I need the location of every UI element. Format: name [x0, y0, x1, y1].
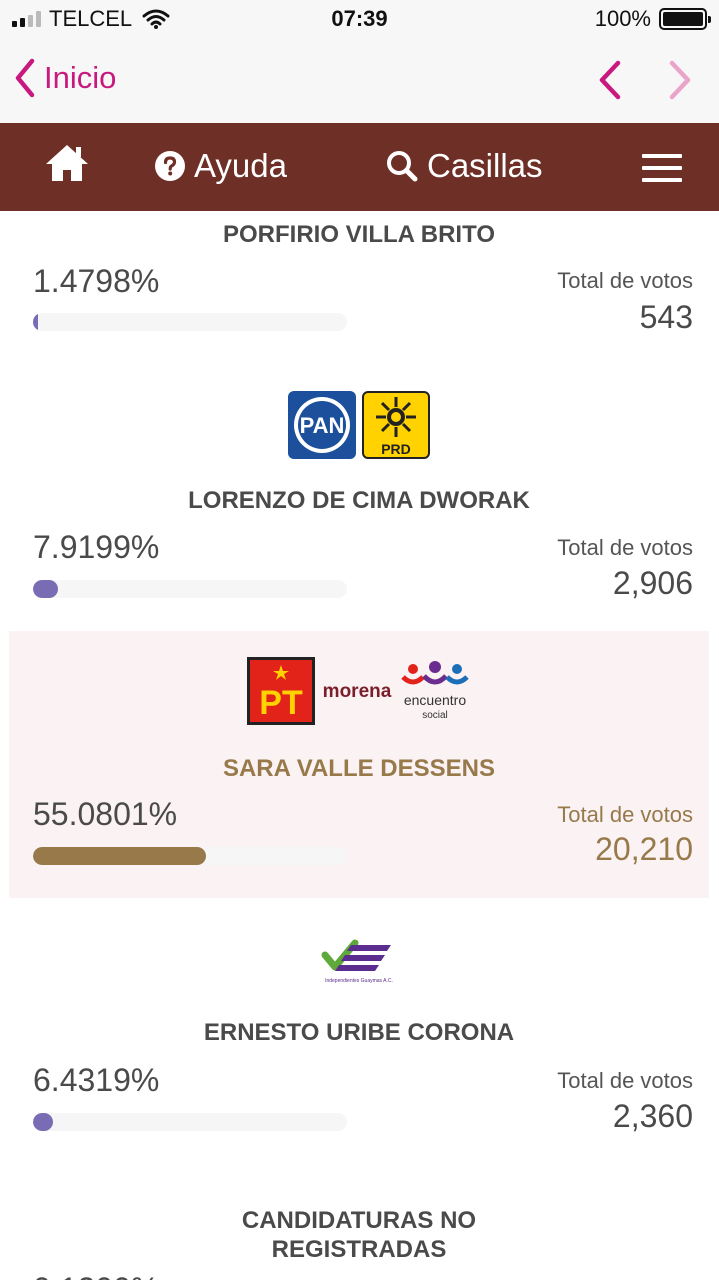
morena-logo-text: morena — [323, 681, 392, 702]
battery-icon — [659, 8, 711, 30]
candidate-card: PAN PRD LORENZO DE CIMA DWORAK 7.9199% T… — [9, 371, 709, 626]
votes-label: Total de votos — [557, 802, 693, 827]
candidate-percent: 6.4319% — [33, 1062, 160, 1098]
back-label: Inicio — [44, 60, 117, 95]
results-list: PORFIRIO VILLA BRITO 1.4798% Total de vo… — [0, 211, 719, 1280]
back-button[interactable]: Inicio — [14, 58, 116, 98]
status-right: 100% — [594, 6, 711, 32]
morena-logo: morena — [323, 681, 392, 702]
status-bar: TELCEL 07:39 100% — [0, 0, 719, 40]
candidate-percent: 1.4798% — [33, 263, 160, 299]
social-logo-text: social — [422, 710, 448, 721]
search-casillas-button[interactable]: Casillas — [386, 147, 543, 185]
candidate-percent: 0.1200% — [33, 1271, 159, 1280]
encuentro-logo-text: encuentro — [404, 692, 466, 708]
progress-bar — [33, 580, 347, 598]
chevron-left-icon — [15, 58, 35, 98]
votes-label: Total de votos — [557, 535, 693, 560]
votes-label: Total de votos — [557, 1068, 693, 1093]
votes-value: 2,906 — [612, 565, 693, 601]
independientes-logo-text: Independientes Guaymas A.C. — [325, 978, 393, 984]
candidate-card-highlighted: PT morena encuentro social SARA VALLE DE… — [9, 631, 709, 898]
candidate-name-line1: CANDIDATURAS NO — [241, 1207, 477, 1234]
votes-value: 543 — [639, 299, 693, 335]
help-button[interactable]: Ayuda — [155, 147, 287, 185]
progress-bar — [33, 313, 347, 331]
votes-label: Total de votos — [557, 268, 693, 293]
search-label: Casillas — [427, 147, 543, 184]
progress-fill — [33, 580, 58, 598]
candidate-card: CANDIDATURAS NO REGISTRADAS 0.1200% — [9, 1201, 709, 1280]
party-logos: PAN PRD — [9, 391, 709, 459]
prd-logo: PRD — [362, 391, 430, 459]
candidate-name: ERNESTO URIBE CORONA — [203, 1019, 515, 1046]
candidate-card: PORFIRIO VILLA BRITO 1.4798% Total de vo… — [9, 211, 709, 361]
help-label: Ayuda — [194, 147, 287, 184]
pt-logo: PT — [247, 657, 315, 725]
candidate-name: CANDIDATURAS NO REGISTRADAS — [9, 1206, 709, 1264]
candidate-percent: 7.9199% — [33, 529, 160, 565]
candidate-name: SARA VALLE DESSENS — [222, 755, 496, 782]
pan-logo: PAN — [288, 391, 356, 459]
pan-logo-text: PAN — [300, 413, 345, 438]
candidate-percent: 55.0801% — [33, 796, 178, 832]
menu-button[interactable] — [642, 153, 691, 183]
battery-percent: 100% — [594, 6, 651, 31]
candidate-name-line2: REGISTRADAS — [271, 1236, 447, 1263]
encuentro-social-logo: encuentro social — [401, 661, 469, 721]
progress-bar — [33, 847, 347, 865]
progress-fill — [33, 1113, 54, 1131]
site-header: Ayuda Casillas — [0, 123, 719, 211]
party-logos: PT morena encuentro social — [9, 657, 709, 725]
search-icon — [387, 151, 418, 182]
home-icon — [46, 145, 88, 181]
progress-bar — [33, 1113, 347, 1131]
hamburger-menu-icon — [642, 154, 682, 182]
candidate-card: Independientes Guaymas A.C. ERNESTO URIB… — [9, 911, 709, 1161]
progress-fill — [33, 847, 206, 865]
pt-logo-text: PT — [259, 684, 303, 722]
independientes-logo: Independientes Guaymas A.C. — [321, 939, 393, 984]
party-logos: Independientes Guaymas A.C. — [9, 935, 709, 985]
candidate-name: LORENZO DE CIMA DWORAK — [188, 487, 530, 514]
candidate-name: PORFIRIO VILLA BRITO — [222, 221, 495, 248]
nav-bar: Inicio — [0, 40, 719, 123]
progress-fill — [33, 313, 38, 331]
home-button[interactable] — [44, 143, 99, 183]
nav-arrows — [597, 60, 693, 100]
prd-logo-text: PRD — [381, 441, 411, 457]
next-page-icon[interactable] — [667, 60, 693, 100]
votes-value: 20,210 — [595, 831, 693, 867]
question-circle-icon — [155, 151, 185, 181]
votes-value: 2,360 — [612, 1098, 693, 1134]
previous-page-icon[interactable] — [597, 60, 623, 100]
